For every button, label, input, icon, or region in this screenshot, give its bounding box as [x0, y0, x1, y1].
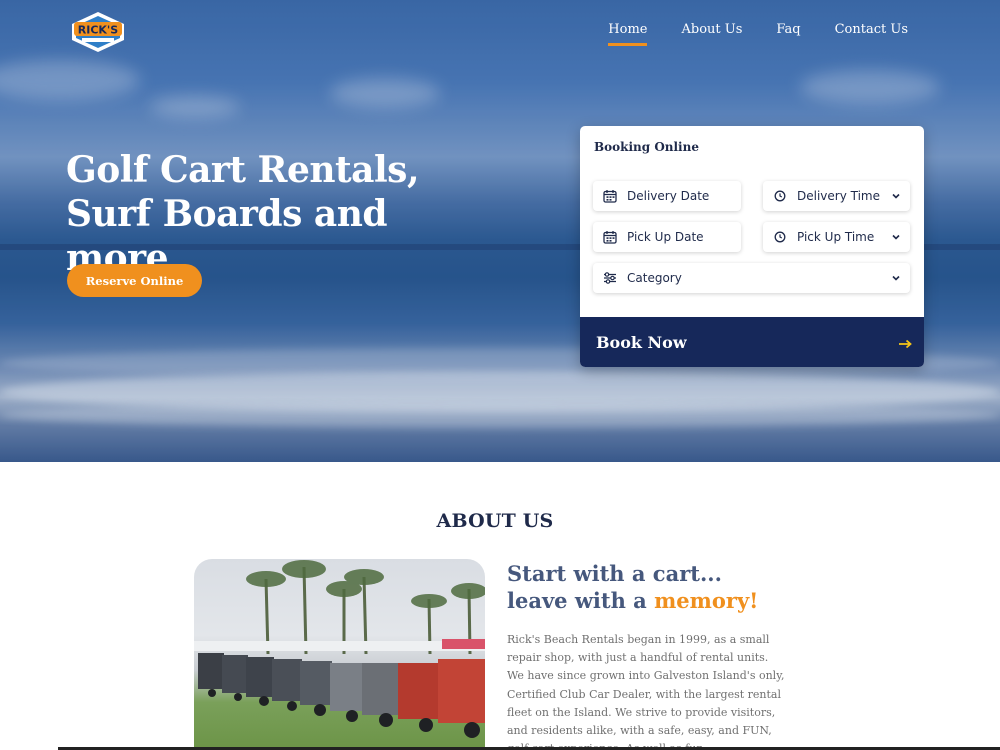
calendar-icon	[603, 230, 617, 244]
chevron-down-icon	[891, 272, 901, 282]
clock-icon	[773, 230, 787, 244]
delivery-time-select[interactable]: Delivery Time	[763, 181, 910, 211]
about-body-text: Rick's Beach Rentals began in 1999, as a…	[507, 633, 785, 750]
chevron-down-icon	[891, 231, 901, 241]
brand-logo[interactable]: RICK'S	[68, 10, 128, 54]
about-sub-line2: leave with a	[507, 588, 655, 613]
golf-carts-photo	[194, 559, 485, 750]
hero-title: Golf Cart Rentals, Surf Boards and more	[66, 149, 420, 279]
about-sub-accent: memory!	[654, 588, 759, 613]
pickup-time-label: Pick Up Time	[797, 230, 875, 244]
arrow-right-icon	[898, 335, 912, 349]
svg-text:RICK'S: RICK'S	[78, 24, 119, 37]
booking-title: Booking Online	[594, 140, 699, 154]
book-now-label: Book Now	[596, 332, 687, 352]
category-select[interactable]: Category	[593, 263, 910, 293]
category-label: Category	[627, 271, 682, 285]
nav-home[interactable]: Home	[608, 22, 648, 46]
about-heading: ABOUT US	[436, 510, 554, 532]
pickup-date-label: Pick Up Date	[627, 230, 704, 244]
chevron-down-icon	[891, 190, 901, 200]
reserve-online-button[interactable]: Reserve Online	[67, 264, 202, 297]
calendar-icon	[603, 189, 617, 203]
pickup-time-select[interactable]: Pick Up Time	[763, 222, 910, 252]
nav-about-us[interactable]: About Us	[681, 22, 742, 46]
about-subheading: Start with a cart... leave with a memory…	[507, 560, 807, 614]
clock-icon	[773, 189, 787, 203]
book-now-button[interactable]: Book Now	[580, 317, 924, 367]
sliders-icon	[603, 271, 617, 285]
pickup-date-field[interactable]: Pick Up Date	[593, 222, 741, 252]
delivery-date-field[interactable]: Delivery Date	[593, 181, 741, 211]
nav-faq[interactable]: Faq	[776, 22, 800, 46]
nav-contact-us[interactable]: Contact Us	[835, 22, 908, 46]
delivery-time-label: Delivery Time	[797, 189, 880, 203]
main-nav: Home About Us Faq Contact Us	[608, 22, 908, 46]
delivery-date-label: Delivery Date	[627, 189, 710, 203]
booking-card: Booking Online Delivery Date Delivery Ti…	[580, 126, 924, 367]
about-sub-line1: Start with a cart...	[507, 561, 722, 586]
